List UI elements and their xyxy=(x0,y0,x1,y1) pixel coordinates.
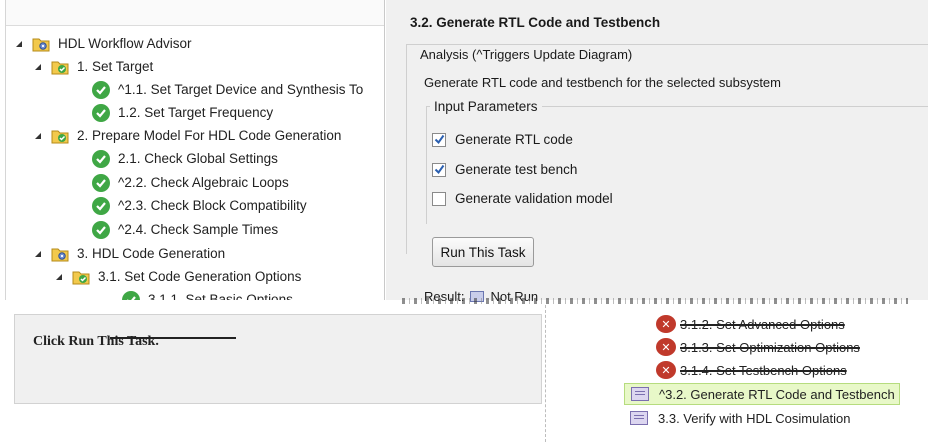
render-artifact-line xyxy=(402,298,908,304)
tree-item-set-target-device[interactable]: ^1.1. Set Target Device and Synthesis To xyxy=(92,78,363,101)
tree-item-label: 1.2. Set Target Frequency xyxy=(118,105,274,120)
folder-check-icon xyxy=(51,128,69,144)
check-icon xyxy=(122,290,140,300)
lower-task-tree: ✕ 3.1.2. Set Advanced Options ✕ 3.1.3. S… xyxy=(545,305,928,442)
tree-item-check-block-compatibility[interactable]: ^2.3. Check Block Compatibility xyxy=(92,194,307,217)
tree-item-hdl-code-generation[interactable]: 3. HDL Code Generation xyxy=(33,242,225,265)
tree-item-set-basic-options[interactable]: 3.1.1. Set Basic Options xyxy=(122,288,293,300)
expand-triangle-icon[interactable] xyxy=(54,272,64,282)
task-description: Generate RTL code and testbench for the … xyxy=(424,75,781,90)
task-tree-pane: HDL Workflow Advisor 1. Set Target ^1.1.… xyxy=(5,0,385,300)
check-icon xyxy=(92,173,110,192)
task-details-pane: 3.2. Generate RTL Code and Testbench Ana… xyxy=(386,0,928,304)
run-this-task-button[interactable]: Run This Task xyxy=(432,237,534,267)
tree-item-label: ^2.2. Check Algebraic Loops xyxy=(118,175,289,190)
tree-item-label: 2.1. Check Global Settings xyxy=(118,151,278,166)
tree-header-strip xyxy=(6,0,384,26)
tree-item-label: 3.1.1. Set Basic Options xyxy=(148,292,293,300)
check-icon xyxy=(92,103,110,122)
tree-item-set-target[interactable]: 1. Set Target xyxy=(33,55,153,78)
check-icon xyxy=(92,196,110,215)
generate-rtl-code-checkbox[interactable]: Generate RTL code xyxy=(432,132,573,147)
list-icon xyxy=(631,387,649,401)
workflow-advisor-window: HDL Workflow Advisor 1. Set Target ^1.1.… xyxy=(0,0,928,304)
tree-item-label: ^2.3. Check Block Compatibility xyxy=(118,198,307,213)
folder-check-icon xyxy=(51,59,69,75)
tree-item-label: 3. HDL Code Generation xyxy=(77,246,226,261)
folder-check-icon xyxy=(72,269,90,285)
tree-item-set-target-frequency[interactable]: 1.2. Set Target Frequency xyxy=(92,101,273,124)
expand-triangle-icon[interactable] xyxy=(14,39,24,49)
tree-item-prepare-model[interactable]: 2. Prepare Model For HDL Code Generation xyxy=(33,124,341,147)
warning-pill-icon: ✕ xyxy=(656,315,676,333)
checkbox-label: Generate test bench xyxy=(455,162,578,177)
tree-item-label: 3.1.4. Set Testbench Options xyxy=(680,362,847,378)
tree-item-check-algebraic-loops[interactable]: ^2.2. Check Algebraic Loops xyxy=(92,171,289,194)
tree-item-label: 3.1. Set Code Generation Options xyxy=(98,269,302,284)
tree-item-label: ^2.4. Check Sample Times xyxy=(118,222,279,237)
tree-item-label: 3.1.3. Set Optimization Options xyxy=(680,339,860,355)
tree-item-hdl-workflow-advisor[interactable]: HDL Workflow Advisor xyxy=(14,32,192,55)
expand-triangle-icon[interactable] xyxy=(33,131,43,141)
tree-item-verify-hdl-cosimulation[interactable]: 3.3. Verify with HDL Cosimulation xyxy=(630,407,850,429)
warning-pill-icon: ✕ xyxy=(656,361,676,379)
check-icon xyxy=(92,80,110,99)
tree-item-label: 3.1.2. Set Advanced Options xyxy=(680,316,845,332)
tree-item-label: 3.3. Verify with HDL Cosimulation xyxy=(658,410,851,426)
generate-test-bench-checkbox[interactable]: Generate test bench xyxy=(432,162,577,177)
check-icon xyxy=(92,149,110,168)
checkbox-unchecked-icon[interactable] xyxy=(432,191,446,206)
tree-item-label: 1. Set Target xyxy=(77,59,154,74)
tree-item-set-testbench-options[interactable]: ✕ 3.1.4. Set Testbench Options xyxy=(656,359,847,381)
analysis-legend: Analysis (^Triggers Update Diagram) xyxy=(416,47,637,62)
instruction-box: Click Run This Task. xyxy=(14,314,542,404)
expand-triangle-icon[interactable] xyxy=(33,62,43,72)
checkbox-checked-icon[interactable] xyxy=(432,132,446,147)
underline-artifact xyxy=(110,337,236,339)
tree-item-generate-rtl-code-selected[interactable]: ^3.2. Generate RTL Code and Testbench xyxy=(624,383,900,405)
warning-pill-icon: ✕ xyxy=(656,338,676,356)
tree-item-label: HDL Workflow Advisor xyxy=(58,36,192,51)
tree-item-label: ^3.2. Generate RTL Code and Testbench xyxy=(659,386,895,402)
folder-gear-icon xyxy=(32,36,50,52)
input-parameters-legend: Input Parameters xyxy=(430,99,542,114)
checkbox-label: Generate validation model xyxy=(455,191,613,206)
folder-gear-icon xyxy=(51,246,69,262)
task-title: 3.2. Generate RTL Code and Testbench xyxy=(410,15,661,30)
checkbox-label: Generate RTL code xyxy=(455,132,573,147)
expand-triangle-icon[interactable] xyxy=(33,249,43,259)
generate-validation-model-checkbox[interactable]: Generate validation model xyxy=(432,191,613,206)
check-icon xyxy=(92,220,110,239)
tree-item-set-advanced-options[interactable]: ✕ 3.1.2. Set Advanced Options xyxy=(656,313,845,335)
tree-item-label: ^1.1. Set Target Device and Synthesis To xyxy=(118,82,364,97)
checkbox-checked-icon[interactable] xyxy=(432,162,446,177)
list-icon xyxy=(630,411,648,425)
tree-item-check-global-settings[interactable]: 2.1. Check Global Settings xyxy=(92,147,278,170)
tree-item-label: 2. Prepare Model For HDL Code Generation xyxy=(77,128,342,143)
tree-item-set-optimization-options[interactable]: ✕ 3.1.3. Set Optimization Options xyxy=(656,336,860,358)
tree-item-check-sample-times[interactable]: ^2.4. Check Sample Times xyxy=(92,218,278,241)
tree-item-set-code-generation-options[interactable]: 3.1. Set Code Generation Options xyxy=(54,265,301,288)
